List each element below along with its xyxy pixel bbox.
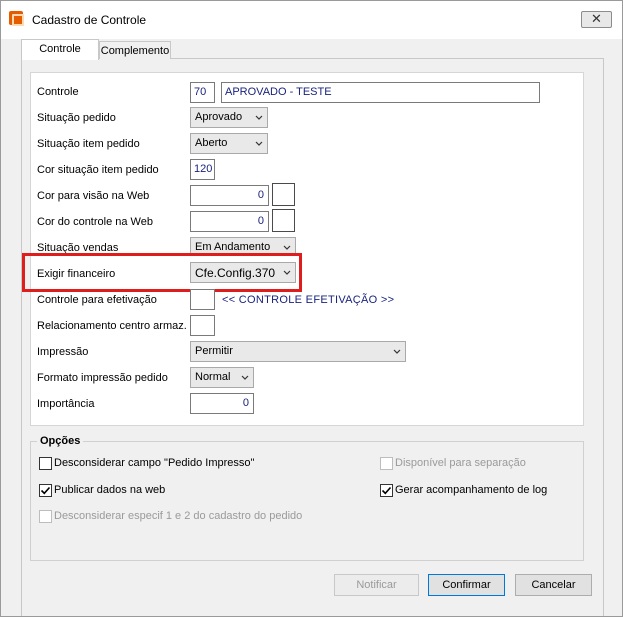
impressao-label: Impressão [37,346,89,358]
relacionamento-centro-label: Relacionamento centro armaz. [37,320,187,332]
opcoes-title: Opções [37,435,84,447]
window-title: Cadastro de Controle [32,13,147,27]
title-bar: Cadastro de Controle ✕ [1,1,622,39]
situacao-vendas-value: Em Andamento [195,241,271,253]
controle-label: Controle [37,86,79,98]
situacao-item-pedido-value: Aberto [195,137,228,149]
notificar-button[interactable]: Notificar [334,574,419,596]
checkmark-icon [381,486,392,495]
chevron-down-icon [393,349,401,354]
publicar-dados-web-checkbox[interactable] [39,484,52,497]
situacao-pedido-label: Situação pedido [37,112,116,124]
cancelar-button[interactable]: Cancelar [515,574,592,596]
importancia-input[interactable]: 0 [190,393,254,414]
controle-efetivacao-input[interactable] [190,289,215,310]
desconsiderar-especif-label: Desconsiderar especif 1 e 2 do cadastro … [54,510,303,522]
situacao-vendas-label: Situação vendas [37,242,119,254]
cor-controle-web-label: Cor do controle na Web [37,216,153,228]
chevron-down-icon [255,141,263,146]
tab-complemento[interactable]: Complemento [99,41,171,59]
situacao-item-pedido-label: Situação item pedido [37,138,140,150]
desconsiderar-especif-checkbox[interactable] [39,510,52,523]
relacionamento-centro-input[interactable] [190,315,215,336]
disponivel-separacao-label: Disponível para separação [395,457,526,469]
chevron-down-icon [283,245,291,250]
situacao-item-pedido-select[interactable]: Aberto [190,133,268,154]
impressao-value: Permitir [195,345,233,357]
cor-situacao-item-input[interactable]: 120 [190,159,215,180]
chevron-down-icon [241,375,249,380]
cor-controle-web-swatch[interactable] [272,209,295,232]
controle-name-input[interactable]: APROVADO - TESTE [221,82,540,103]
situacao-pedido-select[interactable]: Aprovado [190,107,268,128]
desconsiderar-pedido-impresso-checkbox[interactable] [39,457,52,470]
cor-controle-web-input[interactable]: 0 [190,211,269,232]
cor-situacao-item-label: Cor situação item pedido [37,164,159,176]
controle-efetivacao-link[interactable]: << CONTROLE EFETIVAÇÃO >> [222,294,394,306]
formato-impressao-label: Formato impressão pedido [37,372,168,384]
app-icon [9,11,24,26]
situacao-pedido-value: Aprovado [195,111,243,123]
controle-efetivacao-label: Controle para efetivação [37,294,157,306]
controle-code-input[interactable]: 70 [190,82,215,103]
cor-visao-web-swatch[interactable] [272,183,295,206]
cor-visao-web-label: Cor para visão na Web [37,190,150,202]
disponivel-separacao-checkbox[interactable] [380,457,393,470]
exigir-financeiro-label: Exigir financeiro [37,268,116,280]
situacao-vendas-select[interactable]: Em Andamento [190,237,296,256]
publicar-dados-web-label: Publicar dados na web [54,484,166,496]
cor-visao-web-input[interactable]: 0 [190,185,269,206]
desconsiderar-pedido-impresso-label: Desconsiderar campo "Pedido Impresso" [54,457,255,469]
gerar-acompanhamento-log-checkbox[interactable] [380,484,393,497]
exigir-financeiro-value: Cfe.Config.370 [195,266,276,280]
close-icon: ✕ [591,11,602,26]
tab-controle[interactable]: Controle [21,39,99,60]
importancia-label: Importância [37,398,95,410]
impressao-select[interactable]: Permitir [190,341,406,362]
chevron-down-icon [283,270,291,275]
confirmar-button[interactable]: Confirmar [428,574,505,596]
close-button[interactable]: ✕ [581,11,612,28]
formato-impressao-value: Normal [195,371,231,383]
exigir-financeiro-select[interactable]: Cfe.Config.370 [190,262,296,283]
formato-impressao-select[interactable]: Normal [190,367,254,388]
gerar-acompanhamento-log-label: Gerar acompanhamento de log [395,484,548,496]
chevron-down-icon [255,115,263,120]
checkmark-icon [40,486,51,495]
